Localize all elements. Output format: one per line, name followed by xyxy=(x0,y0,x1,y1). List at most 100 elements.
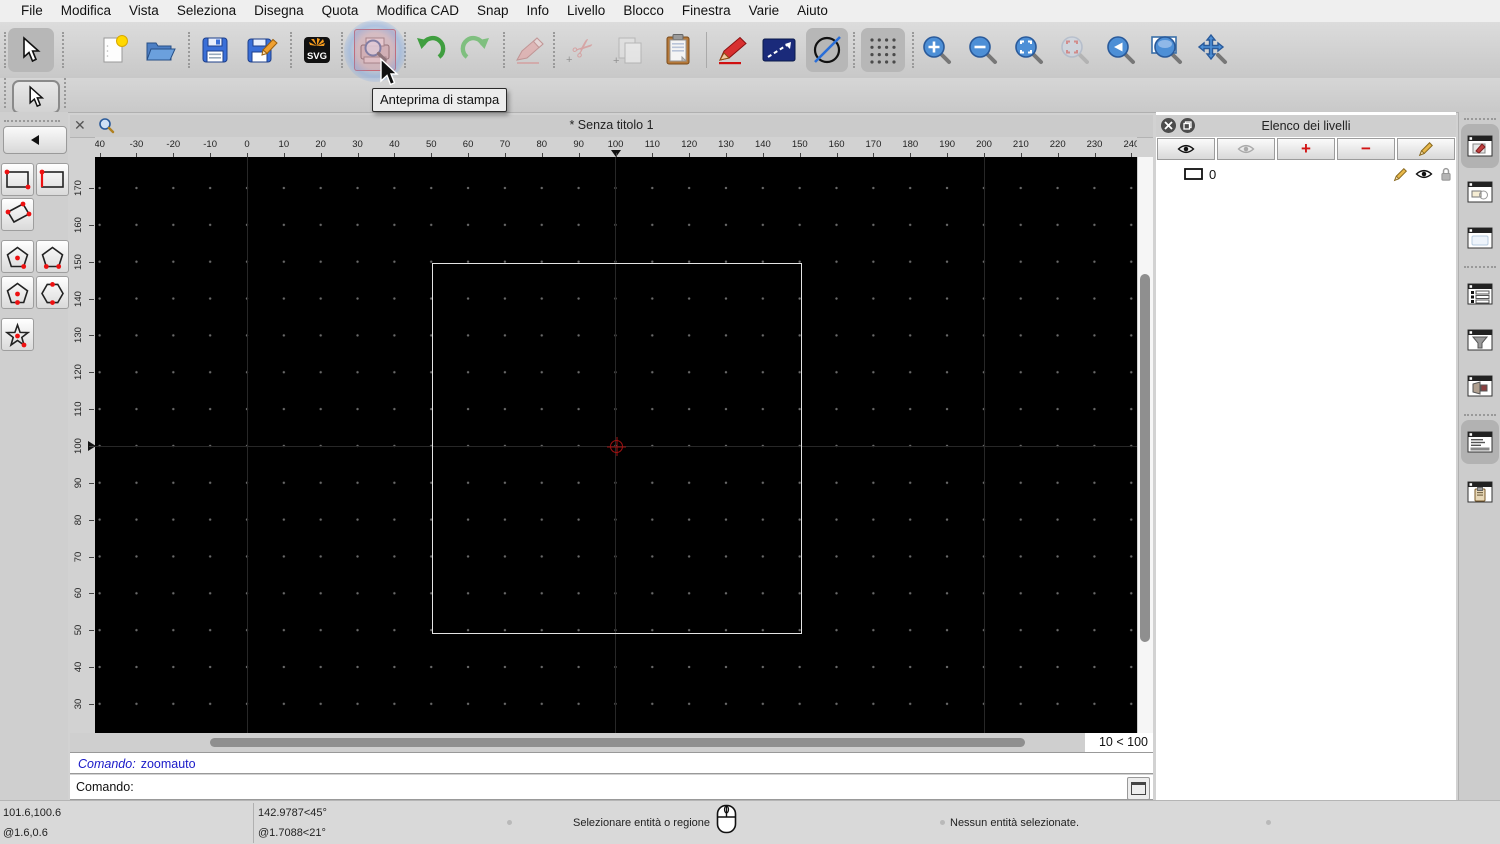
application-window: File Modifica Vista Seleziona Disegna Quota Mo… xyxy=(0,0,1500,844)
command-window-button[interactable] xyxy=(1127,777,1150,800)
layers-dock-toggle[interactable] xyxy=(1461,124,1499,168)
menu-item[interactable]: File xyxy=(12,0,52,22)
filter-dock-toggle[interactable] xyxy=(1461,318,1499,362)
zoom-redraw-button[interactable] xyxy=(1056,30,1094,70)
filter-window-icon xyxy=(1467,329,1493,351)
construction-circle-button[interactable] xyxy=(806,28,848,72)
document-window: ✕ * Senza titolo 1 40 -30 -20 -10 0 10 20 30 40 5… xyxy=(70,112,1153,800)
layer-lock-icon[interactable] xyxy=(1440,167,1452,181)
edit-layer-button[interactable] xyxy=(1397,138,1455,160)
open-file-button[interactable] xyxy=(141,30,179,70)
selection-pointer-button[interactable] xyxy=(12,80,60,114)
polygon-center-corner-button[interactable] xyxy=(1,240,34,273)
toolbar-drag-handle[interactable] xyxy=(4,78,6,108)
command-input[interactable]: Comando: xyxy=(70,775,1153,800)
show-all-layers-button[interactable] xyxy=(1157,138,1215,160)
menu-item[interactable]: Vista xyxy=(120,0,168,22)
polygon-2-corners-icon xyxy=(37,241,68,272)
ruler-tick xyxy=(89,703,94,705)
blocks-dock-toggle[interactable] xyxy=(1461,170,1499,214)
zoom-out-button[interactable] xyxy=(964,30,1002,70)
add-layer-button[interactable]: + xyxy=(1277,138,1335,160)
menu-item[interactable]: Finestra xyxy=(673,0,740,22)
select-button[interactable] xyxy=(8,28,54,72)
layer-row[interactable]: 0 xyxy=(1156,163,1456,185)
ruler-top-label: 190 xyxy=(939,139,956,150)
polygon-side-side-button[interactable] xyxy=(36,276,69,309)
ruler-top: 40 -30 -20 -10 0 10 20 30 40 50 60 70 80 90 100 110 120 1… xyxy=(95,137,1137,157)
rectangle-rotated-button[interactable] xyxy=(1,198,34,231)
erase-button[interactable] xyxy=(511,30,549,70)
star-button[interactable] xyxy=(1,318,34,351)
toolbar-drag-handle[interactable] xyxy=(64,78,66,108)
clipboard-dock-toggle[interactable] xyxy=(1461,470,1499,514)
dock-drag-handle[interactable] xyxy=(4,120,60,122)
export-svg-button[interactable]: SVG xyxy=(298,30,336,70)
mouse-hint-icon xyxy=(716,804,737,834)
list-dock-toggle[interactable] xyxy=(1461,272,1499,316)
circle-slash-icon xyxy=(809,32,845,68)
polygon-center-side-button[interactable] xyxy=(1,276,34,309)
layer-edit-pencil-icon[interactable] xyxy=(1393,167,1408,182)
zoom-previous-button[interactable] xyxy=(1102,30,1140,70)
horizontal-scrollbar-thumb[interactable] xyxy=(210,738,1025,747)
ruler-top-label: -10 xyxy=(203,139,217,150)
dock-separator xyxy=(1464,414,1496,416)
dock-drag-handle[interactable] xyxy=(1464,118,1496,120)
library-dock-toggle[interactable] xyxy=(1461,216,1499,260)
cut-button[interactable]: ✂ + xyxy=(562,30,600,70)
save-as-button[interactable] xyxy=(243,30,281,70)
menu-item[interactable]: Info xyxy=(518,0,559,22)
svg-text:+: + xyxy=(613,55,619,66)
pen-button[interactable] xyxy=(714,30,752,70)
copy-button[interactable]: + xyxy=(610,30,648,70)
zoom-window-button[interactable] xyxy=(1148,30,1186,70)
selection-status: Nessun entità selezionate. xyxy=(950,817,1080,829)
toolbar-separator xyxy=(553,32,555,68)
menu-item[interactable]: Seleziona xyxy=(168,0,245,22)
media-dock-toggle[interactable] xyxy=(1461,364,1499,408)
menu-item[interactable]: Varie xyxy=(740,0,789,22)
save-button[interactable] xyxy=(196,30,234,70)
layers-panel-title: Elenco dei livelli xyxy=(1261,119,1351,133)
zoom-pan-button[interactable] xyxy=(1194,30,1232,70)
drawing-canvas[interactable] xyxy=(95,157,1137,733)
ruler-tick xyxy=(89,630,94,632)
toolbar-separator xyxy=(62,32,64,68)
menu-item[interactable]: Blocco xyxy=(614,0,673,22)
ruler-top-label: 80 xyxy=(536,139,548,150)
toolbar-drag-handle[interactable] xyxy=(4,32,6,68)
zoom-auto-icon xyxy=(1012,33,1046,67)
line-attributes-button[interactable] xyxy=(760,30,798,70)
menu-item[interactable]: Modifica xyxy=(52,0,120,22)
ruler-left-label: 170 xyxy=(73,180,84,196)
coordinate-absolute: 101.6,100.6 xyxy=(3,807,62,819)
back-button[interactable] xyxy=(3,126,67,154)
hide-all-layers-button[interactable] xyxy=(1217,138,1275,160)
zoom-in-button[interactable] xyxy=(918,30,956,70)
vertical-scrollbar[interactable] xyxy=(1137,157,1153,733)
rectangle-2-corners-button[interactable] xyxy=(1,163,34,196)
remove-layer-button[interactable]: − xyxy=(1337,138,1395,160)
layer-visibility-eye-icon[interactable] xyxy=(1415,168,1433,180)
rectangle-sides-button[interactable] xyxy=(36,163,69,196)
menu-item[interactable]: Disegna xyxy=(245,0,313,22)
grid-toggle-button[interactable] xyxy=(861,28,905,72)
redo-button[interactable] xyxy=(457,30,495,70)
paste-button[interactable] xyxy=(659,30,697,70)
menu-item[interactable]: Livello xyxy=(558,0,614,22)
polygon-2-corners-button[interactable] xyxy=(36,240,69,273)
ruler-left-label: 80 xyxy=(73,514,84,525)
menu-item[interactable]: Snap xyxy=(468,0,518,22)
new-document-button[interactable] xyxy=(95,30,133,70)
undo-button[interactable] xyxy=(411,30,449,70)
menu-item[interactable]: Quota xyxy=(313,0,368,22)
command-dock-toggle[interactable] xyxy=(1461,420,1499,464)
horizontal-scrollbar[interactable]: 10 < 100 xyxy=(70,733,1153,752)
layers-panel: Elenco dei livelli + − 0 xyxy=(1156,112,1456,800)
menu-item[interactable]: Aiuto xyxy=(788,0,837,22)
zoom-auto-button[interactable] xyxy=(1010,30,1048,70)
menu-item[interactable]: Modifica CAD xyxy=(367,0,468,22)
vertical-scrollbar-thumb[interactable] xyxy=(1140,274,1150,642)
open-folder-icon xyxy=(143,34,177,66)
